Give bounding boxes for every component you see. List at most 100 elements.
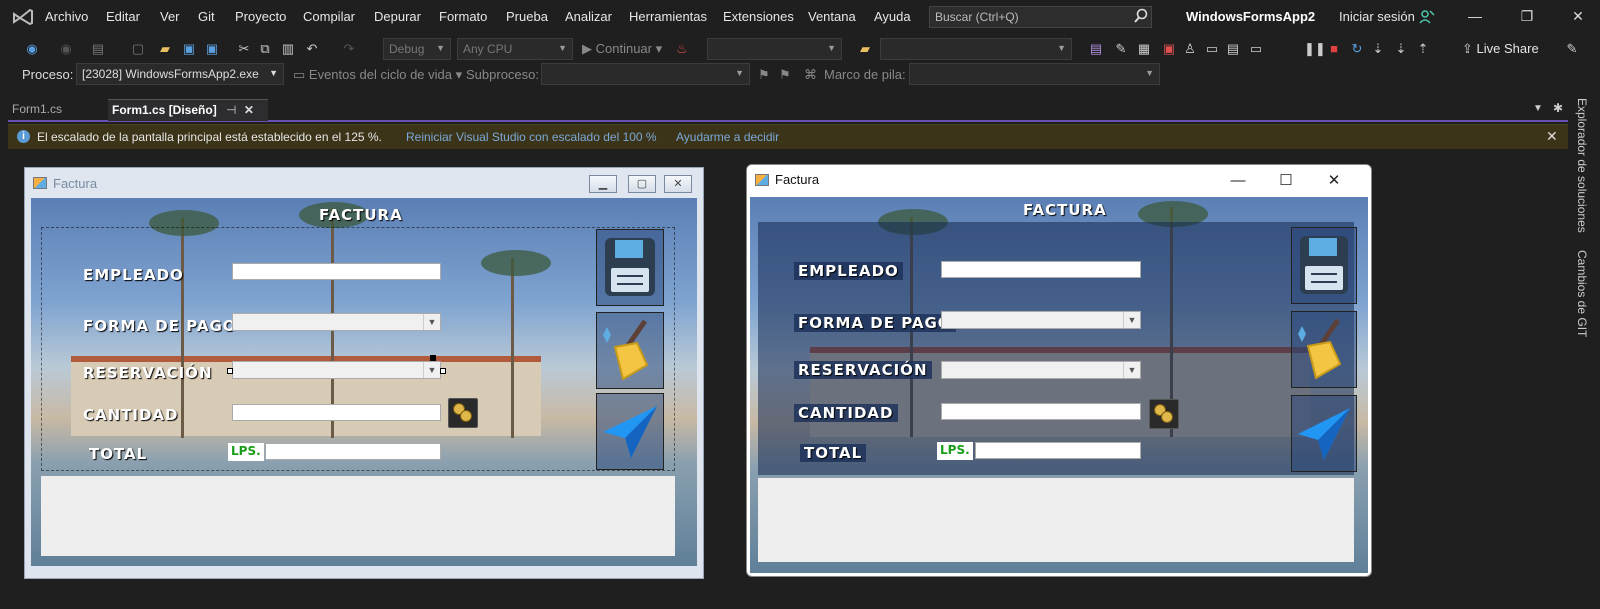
solution-explorer-tab[interactable]: Explorador de soluciones: [1575, 98, 1589, 233]
send-button[interactable]: [596, 393, 664, 470]
git-changes-tab[interactable]: Cambios de GIT: [1575, 250, 1589, 337]
step-out-icon[interactable]: ⇡: [1415, 41, 1431, 57]
forma-pago-select[interactable]: ▼: [941, 311, 1141, 329]
open-folder-icon[interactable]: ▰: [157, 41, 173, 57]
menu-formato[interactable]: Formato: [439, 9, 487, 24]
forma-pago-select[interactable]: ▼: [232, 313, 441, 331]
resize-handle[interactable]: [440, 368, 446, 374]
search-input[interactable]: Buscar (Ctrl+Q): [929, 6, 1152, 28]
reservacion-select[interactable]: ▼: [941, 361, 1141, 379]
undo-icon[interactable]: ↶: [304, 41, 320, 57]
invoice-output-area[interactable]: [758, 478, 1354, 562]
send-button[interactable]: [1291, 395, 1357, 472]
save-all-icon[interactable]: ▣: [204, 41, 220, 57]
help-decide-link[interactable]: Ayudarme a decidir: [676, 130, 779, 144]
forward-icon[interactable]: ◉: [58, 41, 74, 57]
menu-analizar[interactable]: Analizar: [565, 9, 612, 24]
restart-icon[interactable]: ↻: [1349, 41, 1365, 57]
close-icon[interactable]: ✕: [1569, 8, 1587, 26]
save-button[interactable]: [596, 229, 664, 306]
stack-frame-select[interactable]: ▼: [909, 63, 1160, 85]
menu-git[interactable]: Git: [198, 9, 215, 24]
flag-icon[interactable]: ⚑: [758, 67, 770, 83]
menu-editar[interactable]: Editar: [106, 9, 140, 24]
minimize-icon[interactable]: —: [1223, 171, 1253, 191]
startup-item-select[interactable]: ▼: [707, 38, 842, 60]
thread-icon[interactable]: ⌘: [804, 67, 817, 83]
device-icon[interactable]: ▭: [1248, 41, 1264, 57]
smart-tag-icon[interactable]: [430, 355, 436, 361]
pin-icon[interactable]: ⊣: [226, 103, 236, 117]
close-icon[interactable]: ✕: [1546, 128, 1558, 145]
browse-icon[interactable]: ▰: [857, 41, 873, 57]
tab-form1-cs[interactable]: Form1.cs: [8, 99, 108, 121]
menu-depurar[interactable]: Depurar: [374, 9, 421, 24]
flags-icon[interactable]: ⚑: [779, 67, 791, 83]
menu-prueba[interactable]: Prueba: [506, 9, 548, 24]
total-input[interactable]: [265, 443, 441, 460]
save-button[interactable]: [1291, 227, 1357, 304]
wrench-icon[interactable]: ✎: [1113, 41, 1129, 57]
layout-icon[interactable]: ▤: [1225, 41, 1241, 57]
clear-button[interactable]: [596, 312, 664, 389]
cantidad-input[interactable]: [941, 403, 1141, 420]
menu-proyecto[interactable]: Proyecto: [235, 9, 286, 24]
menu-archivo[interactable]: Archivo: [45, 9, 88, 24]
paste-icon[interactable]: ▥: [280, 41, 296, 57]
window-layout-icon[interactable]: ▭: [1204, 41, 1220, 57]
tab-form1-designer[interactable]: Form1.cs [Diseño] ⊣ ✕: [108, 99, 268, 121]
search-icon[interactable]: [1133, 8, 1149, 24]
subprocess-select[interactable]: ▼: [541, 63, 750, 85]
person-feedback-icon[interactable]: [1419, 9, 1435, 25]
step-over-icon[interactable]: ⇣: [1370, 41, 1386, 57]
menu-extensiones[interactable]: Extensiones: [723, 9, 794, 24]
save-icon[interactable]: ▣: [181, 41, 197, 57]
platform-select[interactable]: Any CPU ▼: [457, 38, 573, 60]
maximize-icon[interactable]: ☐: [1271, 171, 1301, 191]
convert-currency-button[interactable]: [1149, 399, 1179, 429]
menu-ventana[interactable]: Ventana: [808, 9, 856, 24]
solution-config-select[interactable]: Debug ▼: [383, 38, 451, 60]
tab-close-icon[interactable]: ✕: [244, 103, 254, 117]
lifecycle-events-button[interactable]: ▭ Eventos del ciclo de vida ▾: [293, 67, 462, 83]
minimize-icon[interactable]: ▁: [589, 175, 617, 193]
toolbox-icon[interactable]: ▦: [1136, 41, 1152, 57]
signin-link[interactable]: Iniciar sesión: [1339, 9, 1415, 24]
process-select[interactable]: [23028] WindowsFormsApp2.exe ▼: [76, 63, 284, 85]
visual-studio-logo-icon[interactable]: [12, 8, 34, 26]
invoice-output-area[interactable]: [41, 476, 675, 556]
resize-handle[interactable]: [227, 368, 233, 374]
empleado-input[interactable]: [232, 263, 441, 280]
total-input[interactable]: [975, 442, 1141, 459]
close-icon[interactable]: ✕: [1319, 171, 1349, 191]
briefcase-icon[interactable]: ▣: [1161, 41, 1177, 57]
stop-icon[interactable]: ■: [1326, 41, 1342, 57]
feedback-icon[interactable]: ✎: [1564, 41, 1580, 57]
gear-icon[interactable]: ✱: [1553, 101, 1563, 115]
menu-ver[interactable]: Ver: [160, 9, 180, 24]
maximize-icon[interactable]: ▢: [628, 175, 656, 193]
step-into-icon[interactable]: ⇣: [1393, 41, 1409, 57]
form-runtime-window[interactable]: Factura — ☐ ✕ FACTURA EMPLEADO FORMA DE …: [746, 164, 1372, 577]
redo-icon[interactable]: ↷: [341, 41, 357, 57]
empleado-input[interactable]: [941, 261, 1141, 278]
target-select[interactable]: ▼: [880, 38, 1072, 60]
convert-currency-button[interactable]: [448, 398, 478, 428]
close-icon[interactable]: ✕: [664, 175, 692, 193]
reservacion-select[interactable]: ▼: [232, 361, 441, 379]
copy-icon[interactable]: ⧉: [257, 41, 273, 57]
back-icon[interactable]: ◉: [24, 41, 40, 57]
clear-button[interactable]: [1291, 311, 1357, 388]
restore-icon[interactable]: ❐: [1518, 8, 1536, 26]
team-icon[interactable]: ♙: [1182, 41, 1198, 57]
tab-overflow-icon[interactable]: ▼: [1533, 103, 1543, 114]
cantidad-input[interactable]: [232, 404, 441, 421]
new-project-icon[interactable]: ▤: [90, 41, 106, 57]
minimize-icon[interactable]: —: [1466, 8, 1484, 26]
menu-compilar[interactable]: Compilar: [303, 9, 355, 24]
diagnostics-icon[interactable]: ▤: [1088, 41, 1104, 57]
live-share-button[interactable]: ⇪ Live Share: [1462, 41, 1539, 57]
pause-icon[interactable]: ❚❚: [1304, 41, 1326, 57]
hot-reload-icon[interactable]: ♨: [674, 41, 690, 57]
menu-ayuda[interactable]: Ayuda: [874, 9, 911, 24]
